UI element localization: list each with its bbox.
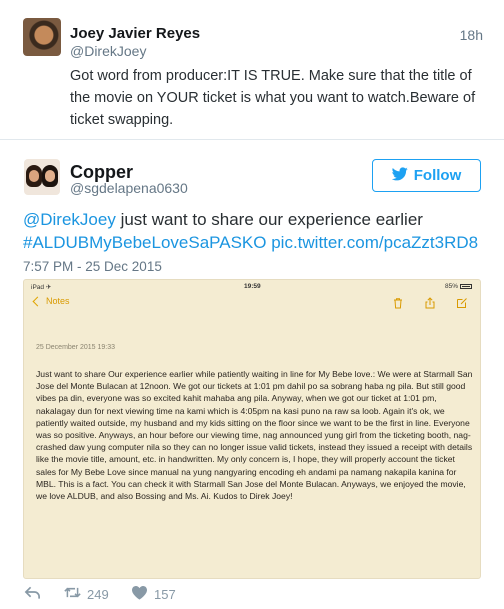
compose-icon xyxy=(456,296,468,308)
tweet-body: just want to share our experience earlie… xyxy=(115,210,423,229)
battery-icon xyxy=(460,283,472,289)
status-battery: 85% xyxy=(445,283,472,290)
tweet-actions: 249 157 xyxy=(24,585,324,605)
twitter-bird-icon xyxy=(391,166,408,185)
tweet-date[interactable]: 7:57 PM - 25 Dec 2015 xyxy=(23,259,162,274)
reply-button[interactable] xyxy=(24,585,41,603)
avatar[interactable] xyxy=(23,18,61,56)
tweet-copper: Copper @sgdelapena0630 Follow @DirekJoey… xyxy=(0,141,504,609)
tweet-timestamp[interactable]: 18h xyxy=(460,27,483,43)
note-date: 25 December 2015 19:33 xyxy=(36,344,115,351)
status-device: iPad ✈ xyxy=(31,284,52,291)
author-name[interactable]: Joey Javier Reyes xyxy=(70,25,200,42)
reply-icon xyxy=(24,585,41,603)
follow-button[interactable]: Follow xyxy=(372,159,481,192)
retweet-button[interactable]: 249 xyxy=(64,585,109,603)
like-icon xyxy=(131,585,148,603)
status-time: 19:59 xyxy=(244,283,261,290)
tweet-joey: Joey Javier Reyes @DirekJoey 18h Got wor… xyxy=(0,0,504,140)
avatar[interactable] xyxy=(24,159,60,195)
mention-link[interactable]: @DirekJoey xyxy=(23,210,116,229)
share-icon xyxy=(424,296,436,309)
notes-toolbar: Notes xyxy=(24,292,480,314)
back-chevron-icon xyxy=(32,296,43,307)
pic-link[interactable]: pic.twitter.com/pcaZzt3RD8 xyxy=(271,233,478,252)
trash-icon xyxy=(392,296,404,309)
retweet-count: 249 xyxy=(87,586,109,602)
author-handle[interactable]: @sgdelapena0630 xyxy=(70,180,188,196)
hashtag-link[interactable]: #ALDUBMyBebeLoveSaPASKO xyxy=(23,233,266,252)
like-button[interactable]: 157 xyxy=(131,585,176,603)
note-body: Just want to share Our experience earlie… xyxy=(36,369,473,502)
attached-photo[interactable]: iPad ✈ 19:59 85% Notes 25 December 2015 … xyxy=(23,279,481,579)
tweet-text: @DirekJoey just want to share our experi… xyxy=(23,208,488,254)
retweet-icon xyxy=(64,585,81,603)
tweet-text: Got word from producer:IT IS TRUE. Make … xyxy=(70,68,476,128)
follow-label: Follow xyxy=(413,167,462,184)
avatar-face-right xyxy=(42,165,58,187)
notes-back-label: Notes xyxy=(46,296,70,306)
avatar-face-left xyxy=(26,165,42,187)
author-handle[interactable]: @DirekJoey xyxy=(70,43,146,59)
like-count: 157 xyxy=(154,586,176,602)
ipad-status-bar: iPad ✈ 19:59 85% xyxy=(24,280,480,292)
